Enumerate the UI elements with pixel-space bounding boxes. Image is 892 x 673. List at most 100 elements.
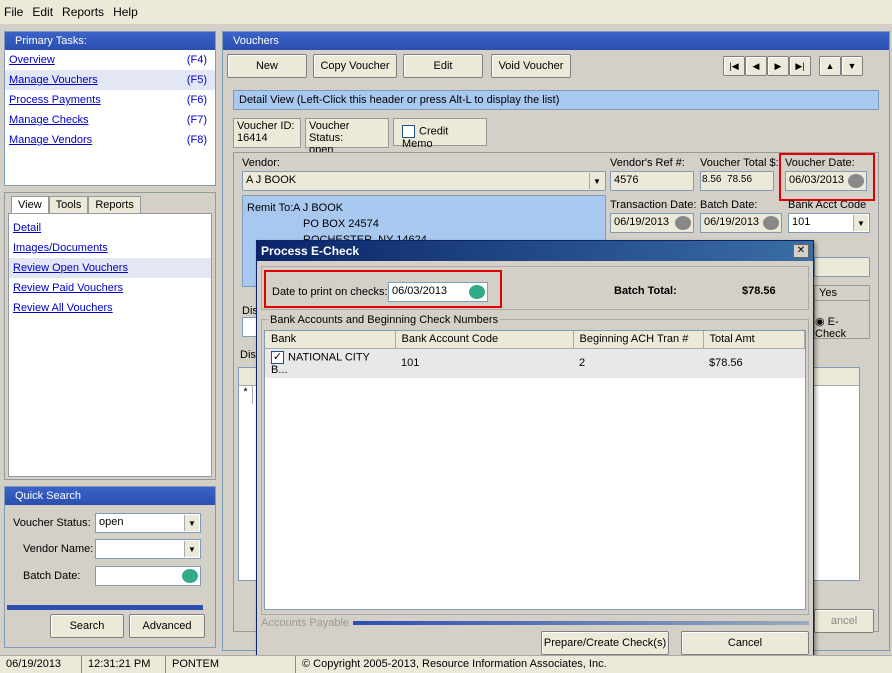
prepare-create-checks-button[interactable]: Prepare/Create Check(s) [541,631,669,655]
menu-edit[interactable]: Edit [32,5,53,19]
voucher-status-label: Voucher Status: [309,120,350,144]
cancel-voucher-button[interactable]: ancel [814,609,874,633]
batch-date-value: 06/19/2013 [704,216,760,228]
task-manage-checks-label: Manage Checks [9,114,89,126]
new-row-marker: * [239,386,253,404]
process-echeck-dialog: Process E-Check ✕ Date to print on check… [256,240,814,660]
hidden-field[interactable] [814,257,870,277]
credit-memo-checkbox[interactable]: Credit Memo [393,118,487,150]
cancel-button[interactable]: Cancel [681,631,809,655]
task-manage-vendors[interactable]: (F8) Manage Vendors [5,130,215,150]
bank-acct-code-select[interactable]: 101 ▼ [788,213,870,233]
voucher-date-highlight: Voucher Date: 06/03/2013 [779,153,875,201]
menu-help[interactable]: Help [113,5,138,19]
quick-search-panel: Quick Search Voucher Status: open ▼ Vendo… [4,486,216,648]
chevron-down-icon[interactable]: ▼ [589,173,604,189]
move-up-icon[interactable]: ▲ [819,56,841,76]
row-tran[interactable]: 2 [573,348,703,378]
print-date-value: 06/03/2013 [392,285,448,297]
credit-memo-check-icon[interactable] [402,125,415,138]
col-beginning-ach-tran[interactable]: Beginning ACH Tran # [573,331,704,349]
void-voucher-button[interactable]: Void Voucher [491,54,571,78]
print-date-input[interactable]: 06/03/2013 [388,282,488,302]
calendar-icon[interactable] [182,569,198,583]
view-review-paid-vouchers[interactable]: Review Paid Vouchers [9,278,211,298]
primary-tasks-panel: Primary Tasks: (F4) Overview (F5) Manage V… [4,31,216,186]
move-down-icon[interactable]: ▼ [841,56,863,76]
table-row[interactable]: ✓ NATIONAL CITY B... 101 2 $78.56 [265,348,805,378]
view-panel: View Tools Reports Detail Images/Documen… [4,192,216,480]
qs-voucher-status-label: Voucher Status: [13,517,91,529]
tab-tools[interactable]: Tools [48,196,89,213]
dialog-top-group: Date to print on checks: 06/03/2013 Batc… [261,266,809,310]
batch-total-value: $78.56 [742,285,776,297]
remit-line-2: PO BOX 24574 [303,218,379,230]
view-images-documents[interactable]: Images/Documents [9,238,211,258]
calendar-icon[interactable] [469,285,485,299]
prev-record-icon[interactable]: ◀ [745,56,767,76]
qs-vendor-name-select[interactable]: ▼ [95,539,201,559]
voucher-id-label: Voucher ID: [237,120,295,132]
view-tabs: View Tools Reports [5,193,215,213]
col-bank-account-code[interactable]: Bank Account Code [395,331,574,349]
task-manage-vouchers-key: (F5) [186,74,207,86]
echeck-option[interactable]: ◉ E-Check [815,301,869,340]
task-manage-checks[interactable]: (F7) Manage Checks [5,110,215,130]
print-date-label: Date to print on checks: [272,286,388,298]
quick-search-title: Quick Search [5,487,215,505]
close-icon[interactable]: ✕ [793,244,809,258]
qs-batch-date-input[interactable] [95,566,201,586]
tab-view[interactable]: View [11,196,49,213]
col-total-amt[interactable]: Total Amt [703,331,805,349]
voucher-date-value: 06/03/2013 [789,174,845,186]
chevron-down-icon[interactable]: ▼ [853,215,868,231]
menu-reports[interactable]: Reports [62,5,104,19]
primary-tasks-title: Primary Tasks: [5,32,215,50]
vendor-ref-input[interactable]: 4576 [610,171,694,191]
edit-button[interactable]: Edit [403,54,483,78]
voucher-total-input[interactable]: 8.56 78.56 [700,171,774,191]
row-bank-cell: ✓ NATIONAL CITY B... [265,348,395,378]
row-bank: NATIONAL CITY B... [271,350,370,376]
batch-date-input[interactable]: 06/19/2013 [700,213,782,233]
task-process-payments[interactable]: (F6) Process Payments [5,90,215,110]
task-manage-vouchers-label: Manage Vouchers [9,74,98,86]
calendar-icon[interactable] [848,174,864,188]
view-list: Detail Images/Documents Review Open Vouc… [8,213,212,477]
voucher-status-box: Voucher Status: open [305,118,389,156]
calendar-icon[interactable] [763,216,779,230]
menu-file[interactable]: File [4,5,23,19]
tab-reports[interactable]: Reports [88,196,141,213]
detail-view-header[interactable]: Detail View (Left-Click this header or p… [233,90,879,110]
progress-label: Accounts Payable [261,617,350,629]
first-record-icon[interactable]: |◀ [723,56,745,76]
print-date-highlight: Date to print on checks: 06/03/2013 [264,270,502,308]
progress-bar [353,621,809,625]
task-overview[interactable]: (F4) Overview [5,50,215,70]
chevron-down-icon[interactable]: ▼ [184,515,199,531]
search-button[interactable]: Search [50,614,124,638]
qs-vendor-name-label: Vendor Name: [23,543,94,555]
radio-icon[interactable]: ◉ [815,316,825,328]
col-bank[interactable]: Bank [265,331,396,349]
copy-voucher-button[interactable]: Copy Voucher [313,54,397,78]
advanced-button[interactable]: Advanced [129,614,205,638]
calendar-icon[interactable] [675,216,691,230]
transaction-date-input[interactable]: 06/19/2013 [610,213,694,233]
voucher-total-partial: 8.56 [702,174,722,185]
vendor-value: A J BOOK [246,174,297,186]
voucher-total-value: 78.56 [727,174,753,185]
vendor-select[interactable]: A J BOOK ▼ [242,171,606,191]
chevron-down-icon[interactable]: ▼ [184,541,199,557]
qs-voucher-status-select[interactable]: open ▼ [95,513,201,533]
view-review-open-vouchers[interactable]: Review Open Vouchers [9,258,211,278]
last-record-icon[interactable]: ▶| [789,56,811,76]
view-detail[interactable]: Detail [9,218,211,238]
view-review-all-vouchers[interactable]: Review All Vouchers [9,298,211,318]
checkbox-checked-icon[interactable]: ✓ [271,350,284,364]
next-record-icon[interactable]: ▶ [767,56,789,76]
voucher-date-input[interactable]: 06/03/2013 [785,171,867,191]
record-nav: |◀ ◀ ▶ ▶| ▲ ▼ [723,56,863,76]
new-button[interactable]: New [227,54,307,78]
task-manage-vouchers[interactable]: (F5) Manage Vouchers [5,70,215,90]
